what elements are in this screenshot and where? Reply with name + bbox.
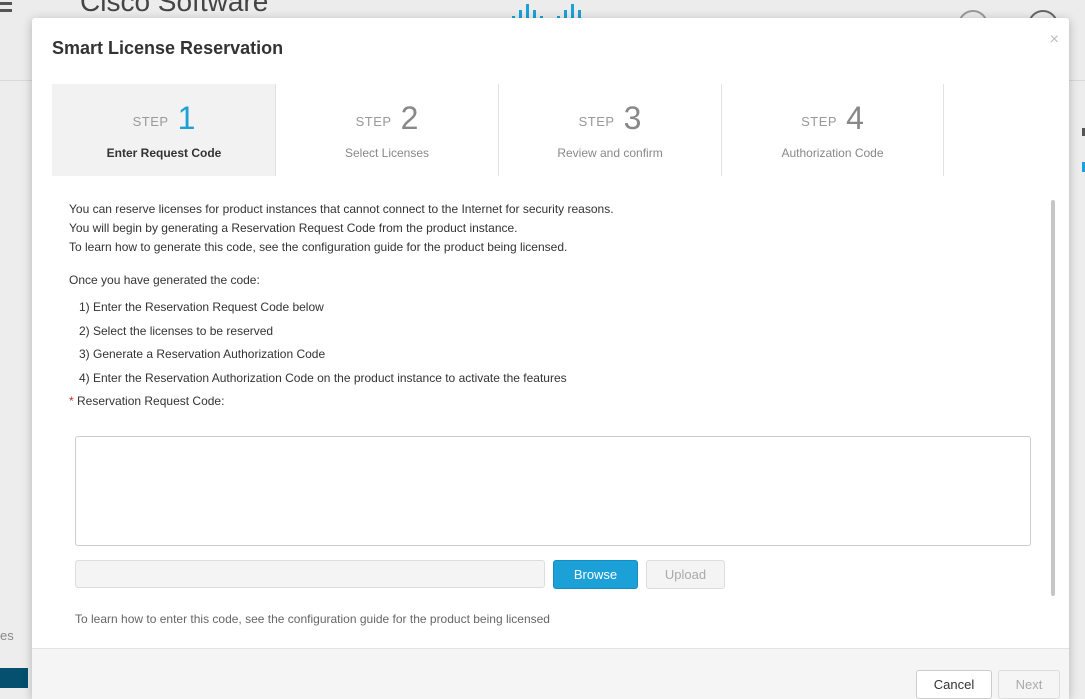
dialog-footer: Cancel Next bbox=[32, 648, 1069, 699]
instruction-list: 1) Enter the Reservation Request Code be… bbox=[79, 296, 1029, 390]
help-hint-text: To learn how to enter this code, see the… bbox=[75, 612, 550, 626]
intro-text: You can reserve licenses for product ins… bbox=[69, 200, 1029, 257]
step-label: Enter Request Code bbox=[106, 146, 222, 160]
required-marker: * bbox=[69, 394, 74, 408]
scrollbar-thumb[interactable] bbox=[1051, 200, 1055, 596]
instruction-item: 3) Generate a Reservation Authorization … bbox=[79, 347, 326, 361]
cancel-button[interactable]: Cancel bbox=[916, 670, 992, 699]
step-label: Select Licenses bbox=[344, 146, 430, 160]
request-code-label-text: Reservation Request Code: bbox=[77, 394, 225, 408]
step-word: STEP bbox=[801, 114, 838, 129]
step-word: STEP bbox=[132, 114, 169, 129]
intro-line: You can reserve licenses for product ins… bbox=[69, 202, 614, 216]
step-number: 4 bbox=[846, 100, 864, 136]
step-authorization-code[interactable]: STEP 4 Authorization Code bbox=[721, 84, 944, 176]
close-icon[interactable]: × bbox=[1050, 32, 1059, 48]
file-path-field[interactable] bbox=[75, 560, 545, 588]
intro-line: To learn how to generate this code, see … bbox=[69, 240, 568, 254]
dialog-body: You can reserve licenses for product ins… bbox=[69, 200, 1031, 626]
step-label: Review and confirm bbox=[557, 146, 663, 160]
step-number: 1 bbox=[177, 100, 196, 136]
step-word: STEP bbox=[355, 114, 392, 129]
step-number: 3 bbox=[623, 100, 642, 136]
step-number: 2 bbox=[400, 100, 419, 136]
request-code-label: * Reservation Request Code: bbox=[69, 392, 1029, 411]
instruction-item: 4) Enter the Reservation Authorization C… bbox=[79, 370, 567, 385]
step-review-and-confirm[interactable]: STEP 3 Review and confirm bbox=[498, 84, 721, 176]
next-button[interactable]: Next bbox=[998, 670, 1060, 699]
instruction-item: 2) Select the licenses to be reserved bbox=[79, 323, 274, 338]
step-select-licenses[interactable]: STEP 2 Select Licenses bbox=[275, 84, 498, 176]
background-app-title: Cisco Software bbox=[80, 0, 269, 17]
upload-button[interactable]: Upload bbox=[646, 560, 725, 589]
wizard-steps: STEP 1 Enter Request Code STEP 2 Select … bbox=[52, 84, 949, 176]
background-side-text: es bbox=[0, 628, 14, 643]
scrollbar[interactable] bbox=[1049, 200, 1057, 648]
step-word: STEP bbox=[578, 114, 615, 129]
instruction-item: 1) Enter the Reservation Request Code be… bbox=[79, 300, 324, 314]
hamburger-menu-icon[interactable] bbox=[0, 2, 12, 16]
request-code-textarea[interactable] bbox=[75, 436, 1031, 546]
once-generated-text: Once you have generated the code: bbox=[69, 273, 260, 287]
dialog-title: Smart License Reservation bbox=[52, 38, 284, 58]
step-enter-request-code[interactable]: STEP 1 Enter Request Code bbox=[52, 84, 275, 176]
smart-license-reservation-dialog: Smart License Reservation × STEP 1 Enter… bbox=[32, 18, 1069, 699]
background-footer-block bbox=[0, 668, 28, 688]
browse-button[interactable]: Browse bbox=[553, 560, 638, 589]
intro-line: You will begin by generating a Reservati… bbox=[69, 221, 518, 235]
step-label: Authorization Code bbox=[781, 146, 884, 160]
